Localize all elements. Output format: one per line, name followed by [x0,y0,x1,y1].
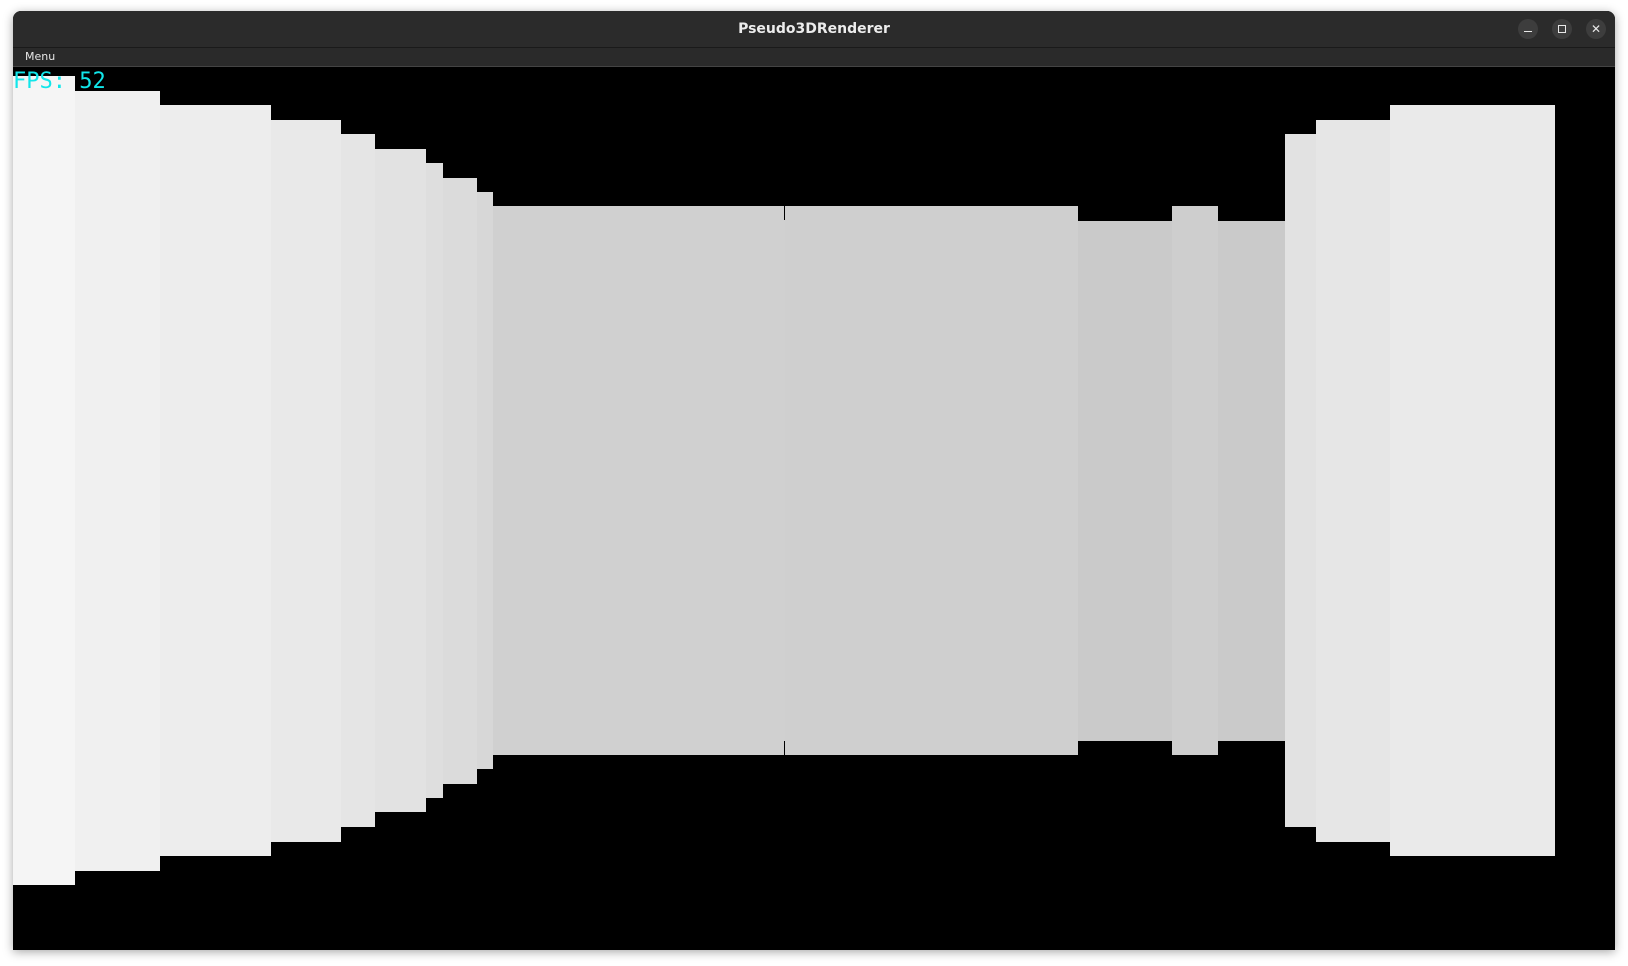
fps-counter: FPS: 52 [13,69,106,94]
wall-slice [1172,206,1218,755]
wall-slice [1285,134,1316,827]
wall-slice [1078,221,1172,741]
wall-slice [443,178,477,784]
wall-slice [1390,105,1555,856]
title-bar[interactable]: Pseudo3DRenderer ✕ [13,11,1615,48]
maximize-button[interactable] [1552,19,1572,39]
wall-slice [160,105,271,856]
wall-slice [341,134,375,827]
close-icon: ✕ [1590,22,1602,36]
app-window: Pseudo3DRenderer ✕ Menu FPS: 52 [13,11,1615,950]
render-viewport[interactable]: FPS: 52 [13,67,1615,950]
wall-slice [1218,221,1285,741]
wall-slice [13,76,75,885]
wall-slice [375,149,426,812]
wall-slice [1316,120,1390,842]
wall-slice [477,192,493,769]
wall-slice [493,206,785,755]
wall-seam [784,741,785,755]
wall-slice [785,206,1078,755]
minimize-button[interactable] [1518,19,1538,39]
wall-seam [784,206,785,220]
minimize-icon [1524,31,1532,32]
close-button[interactable]: ✕ [1586,19,1606,39]
window-title: Pseudo3DRenderer [738,21,890,37]
maximize-icon [1558,25,1566,33]
wall-slice [75,91,160,871]
menu-bar: Menu [13,48,1615,67]
wall-slice [426,163,443,798]
menu-button[interactable]: Menu [25,48,55,66]
wall-slice [271,120,341,842]
